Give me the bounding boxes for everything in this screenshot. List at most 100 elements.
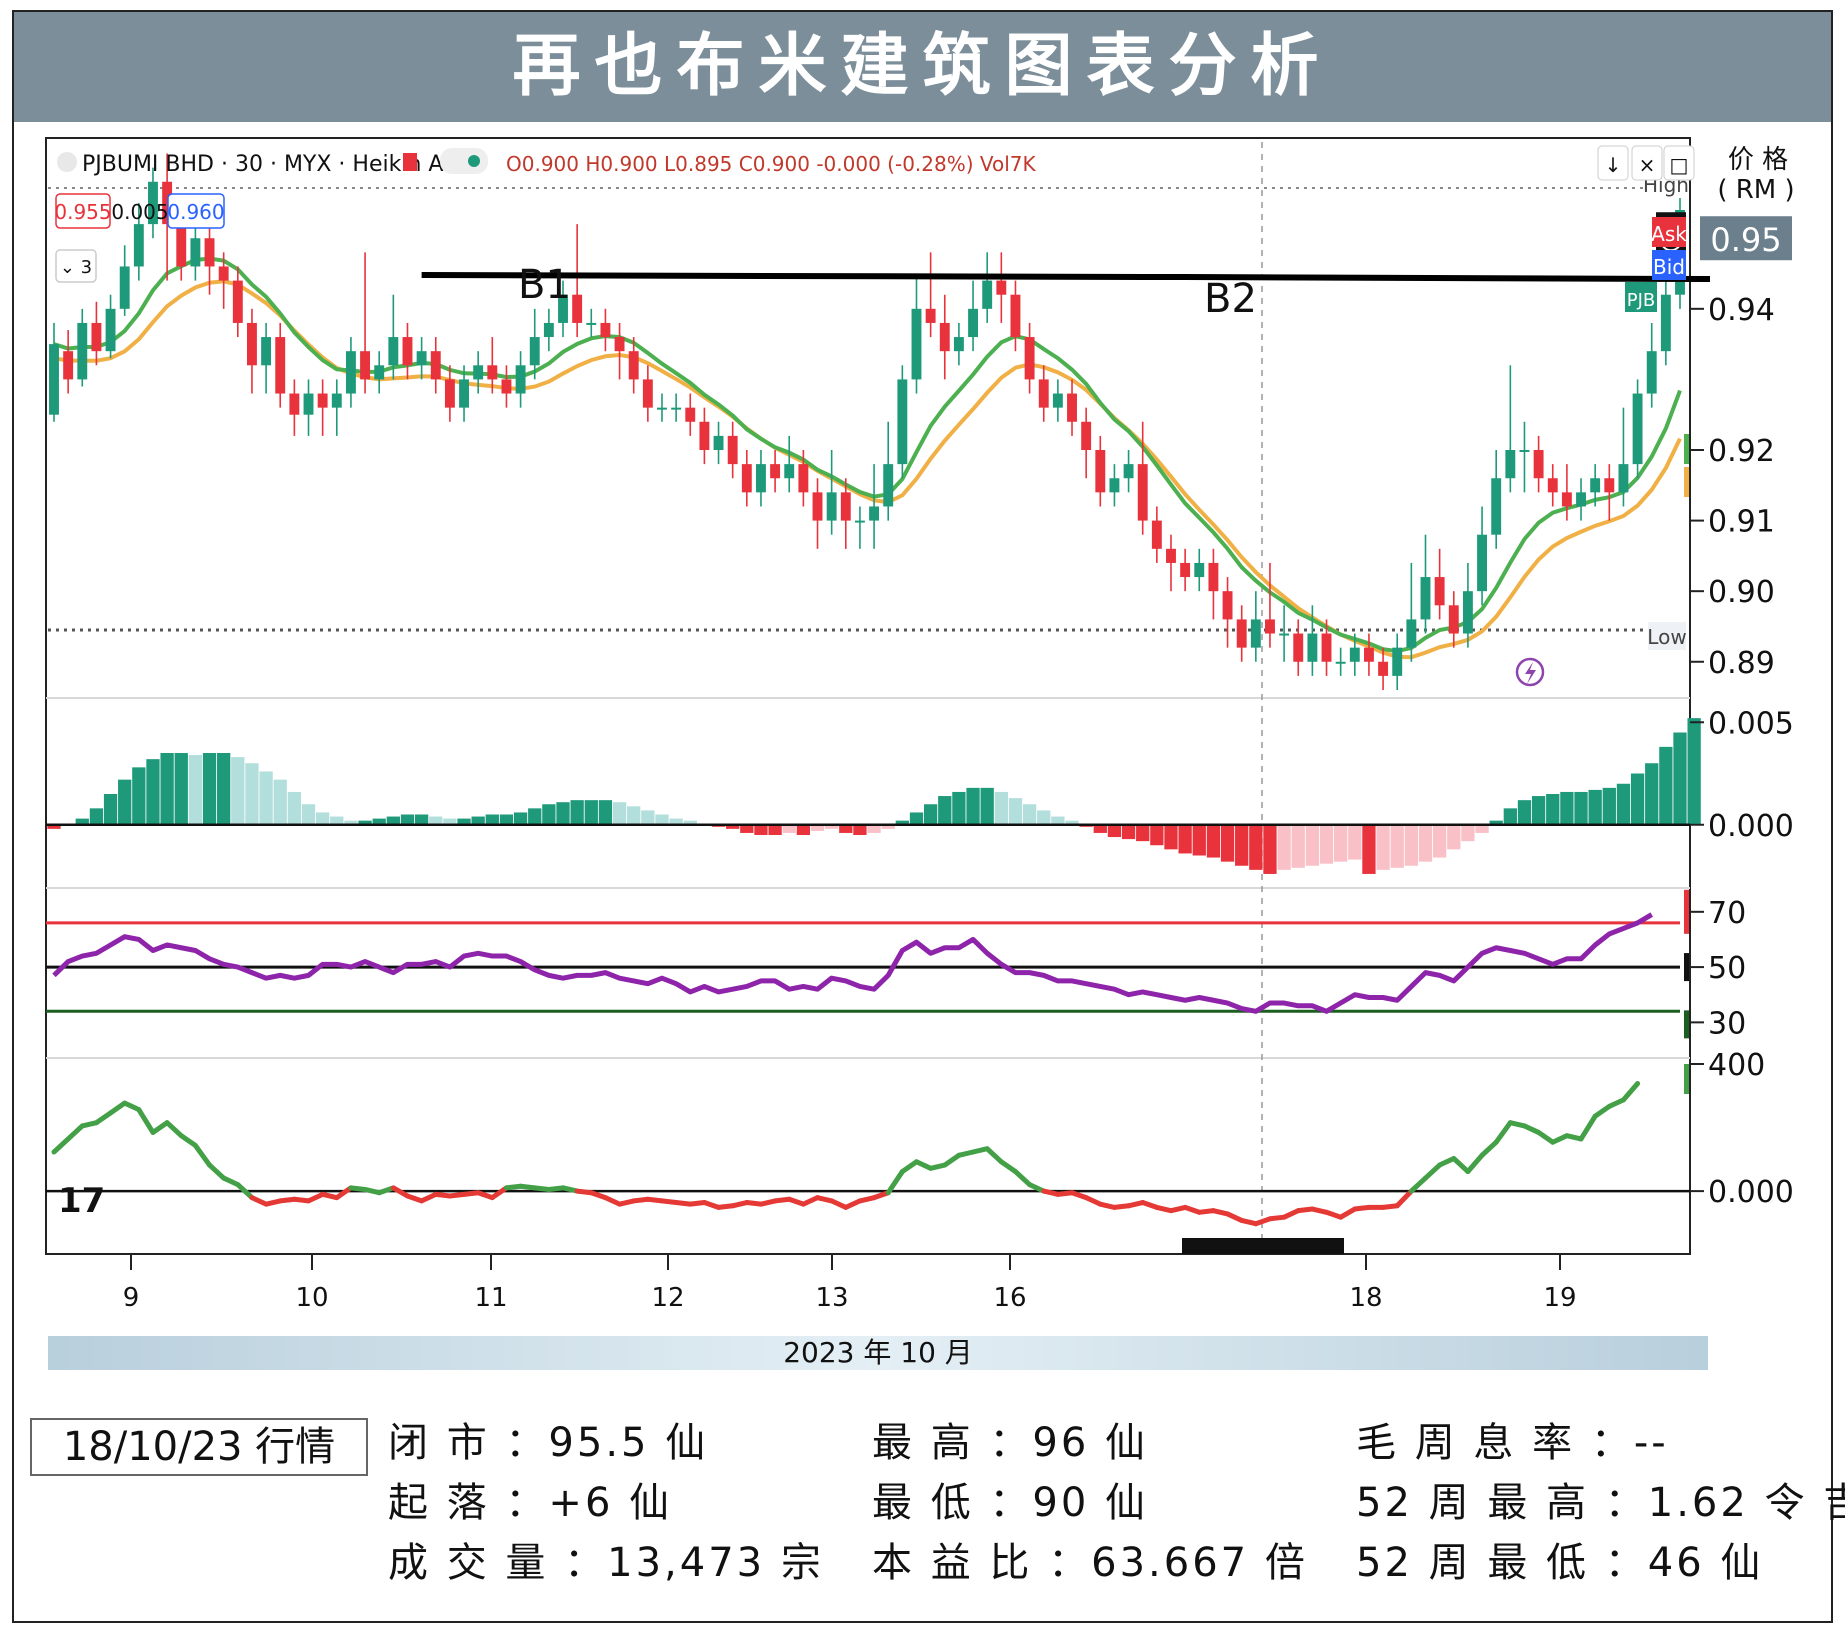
ask-tag: Ask (1651, 222, 1687, 246)
candle-body (1095, 450, 1106, 493)
x-axis-label: 19 (1543, 1283, 1576, 1313)
collapse-label: ⌄ 3 (60, 257, 92, 278)
macd-histogram-bar (584, 800, 598, 825)
oscillator-axis-label: 0.000 (1708, 1175, 1794, 1210)
macd-axis-label: 0.005 (1708, 706, 1794, 741)
macd-histogram-bar (1164, 824, 1178, 850)
macd-histogram-bar (1206, 824, 1221, 858)
macd-histogram-bar (1531, 796, 1546, 825)
candle-body (713, 435, 724, 450)
candle-body (996, 280, 1007, 295)
stat-low: 最 低 ：90 仙 (872, 1480, 1149, 1526)
candle-body (699, 421, 710, 450)
candle-body (1604, 478, 1615, 493)
candle-body (1491, 478, 1502, 535)
spread-value: 0.005 (111, 200, 168, 224)
macd-histogram-bar (1022, 804, 1037, 825)
macd-histogram-bar (641, 810, 655, 825)
candle-body (430, 351, 441, 380)
range-marker-bar (1182, 1238, 1344, 1254)
candle-body (416, 351, 427, 366)
candle-body (1590, 478, 1601, 493)
macd-histogram-bar (132, 767, 146, 825)
candle-body (1236, 619, 1247, 648)
macd-histogram-bar (1334, 824, 1348, 862)
macd-histogram-bar (146, 759, 160, 825)
candle-body (289, 393, 300, 415)
macd-histogram-bar (1503, 808, 1517, 825)
bid-tag: Bid (1653, 255, 1685, 279)
candle-body (854, 520, 865, 523)
candle-body (1194, 562, 1205, 578)
candle-body (1646, 351, 1657, 394)
macd-histogram-bar (1461, 824, 1475, 842)
oscillator-axis-label: 400 (1708, 1048, 1765, 1083)
macd-histogram-bar (188, 755, 203, 825)
candle-body (1632, 393, 1643, 465)
rsi-axis-label: 70 (1708, 896, 1746, 931)
macd-histogram-bar (202, 753, 217, 825)
macd-histogram-bar (1150, 824, 1164, 846)
candle-body (1434, 577, 1445, 606)
candle-body (77, 322, 88, 380)
candle-body (925, 308, 936, 323)
stat-change: 起 落 ：+6 仙 (388, 1480, 673, 1526)
macd-histogram-bar (231, 757, 245, 825)
candle-body (953, 337, 964, 352)
macd-histogram-bar (1263, 824, 1277, 874)
macd-histogram-bar (598, 800, 613, 825)
plot-frame (45, 137, 1691, 1255)
rsi-oversold-marker (1684, 1010, 1689, 1039)
candle-body (572, 294, 583, 323)
macd-histogram-bar (1432, 824, 1447, 858)
macd-histogram-bar (542, 804, 556, 825)
macd-histogram-bar (1277, 824, 1291, 870)
annotation-b2: B2 (1204, 276, 1257, 322)
rsi-mid-marker (1684, 953, 1689, 982)
macd-histogram-bar (499, 814, 514, 825)
candle-body (1010, 294, 1021, 338)
candle-body (1349, 647, 1360, 662)
candle-body (883, 464, 894, 507)
candle-body (473, 365, 484, 380)
candle-body (204, 238, 215, 267)
price-unit-label: 价 格 (1728, 145, 1788, 175)
macd-histogram-bar (1249, 824, 1263, 870)
candle-body (1321, 633, 1332, 662)
candle-body (1448, 605, 1459, 634)
candle-body (1208, 562, 1219, 592)
candle-body (105, 308, 116, 352)
macd-histogram-bar (1348, 824, 1362, 860)
candle-body (1250, 619, 1261, 648)
macd-histogram-bar (174, 753, 188, 825)
macd-histogram-bar (612, 802, 627, 825)
macd-histogram-bar (513, 812, 528, 825)
macd-histogram-bar (1659, 746, 1673, 825)
macd-histogram-bar (1192, 824, 1206, 856)
candle-body (685, 407, 696, 422)
macd-histogram-bar (1121, 824, 1136, 840)
candle-body (345, 351, 356, 394)
macd-histogram-bar (1673, 732, 1687, 825)
candle-body (317, 393, 328, 408)
macd-histogram-bar (1220, 824, 1235, 862)
macd-histogram-bar (1008, 798, 1023, 825)
candle-body (1307, 633, 1318, 662)
candle-body (911, 308, 922, 380)
candle-body (1137, 464, 1148, 521)
candle-body (1109, 478, 1120, 493)
macd-histogram-bar (118, 779, 132, 825)
candle-body (840, 492, 851, 521)
candle-body (1618, 464, 1629, 493)
candle-body (1180, 562, 1191, 578)
candle-body (246, 322, 257, 366)
candle-body (176, 224, 187, 267)
macd-histogram-bar (1602, 787, 1616, 825)
x-axis-label: 16 (993, 1283, 1026, 1313)
candle-body (1067, 393, 1077, 422)
candle-body (275, 337, 286, 394)
macd-histogram-bar (217, 753, 231, 825)
macd-histogram-bar (556, 802, 570, 825)
candle-body (1505, 450, 1516, 479)
candle-body (1392, 647, 1403, 676)
